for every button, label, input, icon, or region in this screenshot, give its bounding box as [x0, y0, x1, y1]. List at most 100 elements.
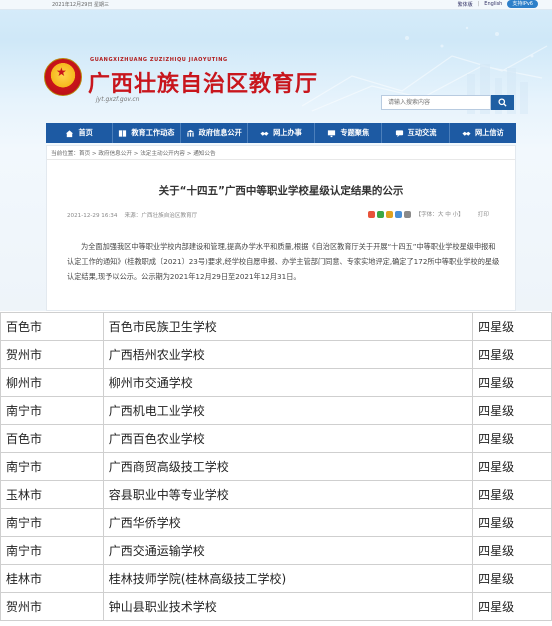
divider [47, 159, 515, 160]
traditional-chinese-link[interactable]: 繁体版 [458, 1, 473, 8]
current-date: 2021年12月29日 星期三 [52, 2, 110, 8]
article-tools: 【字体：大 中 小】 打印 [368, 210, 489, 218]
table-row: 玉林市 容县职业中等专业学校 四星级 [0, 480, 552, 509]
school-name-cell: 百色市民族卫生学校 [102, 312, 474, 341]
city-cell: 贺州市 [0, 592, 104, 621]
school-name-cell: 容县职业中等专业学校 [102, 480, 474, 509]
nav-label: 专题聚焦 [340, 128, 370, 137]
star-level-cell: 四星级 [472, 508, 552, 537]
nav-label: 网上信访 [474, 128, 504, 137]
school-name-cell: 广西华侨学校 [102, 508, 474, 537]
results-table: 百色市 百色市民族卫生学校 四星级 贺州市 广西梧州农业学校 四星级 柳州市 柳州市交通学校四… [0, 312, 552, 621]
star-level-cell: 四星级 [472, 312, 552, 341]
nav-item-gov-info[interactable]: 政府信息公开 [179, 123, 247, 143]
book-icon [119, 129, 127, 137]
handshake-icon [260, 131, 269, 136]
school-name-cell: 广西交通运输学校 [102, 536, 474, 565]
article-title: 关于“十四五”广西中等职业学校星级认定结果的公示 [158, 185, 404, 197]
table-row: 贺州市 钟山县职业技术学校 四星级 [0, 592, 552, 621]
school-name-cell: 桂林技师学院(桂林高级技工学校) [102, 564, 474, 593]
nav-label: 互动交流 [407, 128, 437, 137]
wechat-share-icon[interactable] [377, 210, 385, 218]
nav-item-online-petition[interactable]: 网上信访 [448, 123, 516, 143]
table-row: 柳州市 柳州市交通学校 四星级 [0, 368, 552, 397]
ipv6-badge: 支持IPv6 [507, 0, 538, 8]
site-title-pinyin: GUANGXIZHUANG ZUZIZHIQU JIAOYUTING [90, 57, 228, 63]
weibo-share-icon[interactable] [386, 210, 394, 218]
nav-item-home[interactable]: 首页 [46, 123, 112, 143]
star-level-cell: 四星级 [472, 368, 552, 397]
handshake-icon [462, 131, 471, 136]
font-size-controls[interactable]: 【字体：大 中 小】 [415, 210, 463, 218]
chat-icon [395, 129, 403, 137]
top-bar: 2021年12月29日 星期三 繁体版 | English 支持IPv6 [0, 0, 552, 10]
table-row: 贺州市 广西梧州农业学校 四星级 [0, 340, 552, 369]
star-level-cell: 四星级 [472, 564, 552, 593]
print-button[interactable]: 打印 [478, 210, 489, 218]
nav-item-interaction[interactable]: 互动交流 [381, 123, 448, 143]
city-cell: 南宁市 [0, 396, 104, 425]
main-navigation: 首页 教育工作动态 政府信息公开 网上办事 专题聚焦 互动交流 网上信访 [46, 123, 516, 143]
search-input[interactable] [381, 95, 491, 110]
qzone-share-icon[interactable] [395, 210, 403, 218]
share-buttons [368, 210, 412, 218]
school-name-cell: 钟山县职业技术学校 [102, 592, 474, 621]
site-title[interactable]: 广西壮族自治区教育厅 [88, 66, 318, 98]
building-icon [186, 129, 194, 137]
table-row: 百色市 广西百色农业学校 四星级 [0, 424, 552, 453]
publish-date: 2021-12-29 16:34 [67, 213, 118, 219]
star-level-cell: 四星级 [472, 396, 552, 425]
table-row: 南宁市 广西交通运输学校 四星级 [0, 536, 552, 565]
table-row: 南宁市 广西华侨学校 四星级 [0, 508, 552, 537]
star-level-cell: 四星级 [472, 480, 552, 509]
table-row: 百色市 百色市民族卫生学校 四星级 [0, 312, 552, 341]
nav-item-education-news[interactable]: 教育工作动态 [112, 123, 179, 143]
city-cell: 南宁市 [0, 452, 104, 481]
table-row: 南宁市 广西机电工业学校 四星级 [0, 396, 552, 425]
city-cell: 贺州市 [0, 340, 104, 369]
share-plus-icon[interactable] [368, 210, 376, 218]
city-cell: 南宁市 [0, 536, 104, 565]
home-icon [66, 129, 74, 137]
article-panel: 当前位置：首页 > 政府信息公开 > 法定主动公开内容 > 通知公告 关于“十四… [46, 145, 516, 311]
star-level-cell: 四星级 [472, 592, 552, 621]
table-row: 桂林市 桂林技师学院(桂林高级技工学校) 四星级 [0, 564, 552, 593]
nav-item-online-service[interactable]: 网上办事 [246, 123, 314, 143]
search-icon [498, 98, 507, 107]
city-cell: 柳州市 [0, 368, 104, 397]
nav-label: 网上办事 [273, 128, 302, 137]
star-level-cell: 四星级 [472, 424, 552, 453]
city-cell: 百色市 [0, 312, 104, 341]
school-name-cell: 广西机电工业学校 [102, 396, 474, 425]
site-domain: jyt.gxzf.gov.cn [96, 96, 140, 103]
article-source: 来源：广西壮族自治区教育厅 [124, 213, 198, 219]
school-name-cell: 柳州市交通学校 [102, 368, 474, 397]
star-level-cell: 四星级 [472, 536, 552, 565]
city-cell: 百色市 [0, 424, 104, 453]
nav-label: 首页 [78, 128, 93, 137]
website-screenshot: 2021年12月29日 星期三 繁体版 | English 支持IPv6 ★ G… [0, 0, 552, 311]
more-share-icon[interactable] [404, 210, 412, 218]
school-name-cell: 广西商贸高级技工学校 [102, 452, 474, 481]
monitor-icon [328, 129, 336, 137]
school-name-cell: 广西梧州农业学校 [102, 340, 474, 369]
city-cell: 玉林市 [0, 480, 104, 509]
national-emblem-logo [44, 58, 82, 96]
nav-label: 教育工作动态 [131, 128, 175, 137]
top-links: 繁体版 | English 支持IPv6 [458, 0, 538, 8]
nav-label: 政府信息公开 [198, 128, 242, 137]
school-name-cell: 广西百色农业学校 [102, 424, 474, 453]
article-body: 为全面加强我区中等职业学校内部建设和管理,提高办学水平和质量,根据《自治区教育厅… [67, 242, 500, 282]
star-level-cell: 四星级 [472, 340, 552, 369]
star-level-cell: 四星级 [472, 452, 552, 481]
city-cell: 南宁市 [0, 508, 104, 537]
english-link[interactable]: English [484, 1, 502, 7]
search-button[interactable] [491, 95, 514, 110]
search-box [381, 95, 514, 110]
breadcrumb[interactable]: 当前位置：首页 > 政府信息公开 > 法定主动公开内容 > 通知公告 [51, 149, 216, 157]
article-meta: 2021-12-29 16:34 来源：广西壮族自治区教育厅 [67, 211, 197, 219]
city-cell: 桂林市 [0, 564, 104, 593]
nav-item-special-topics[interactable]: 专题聚焦 [314, 123, 381, 143]
divider: | [477, 1, 480, 7]
table-row: 南宁市 广西商贸高级技工学校 四星级 [0, 452, 552, 481]
